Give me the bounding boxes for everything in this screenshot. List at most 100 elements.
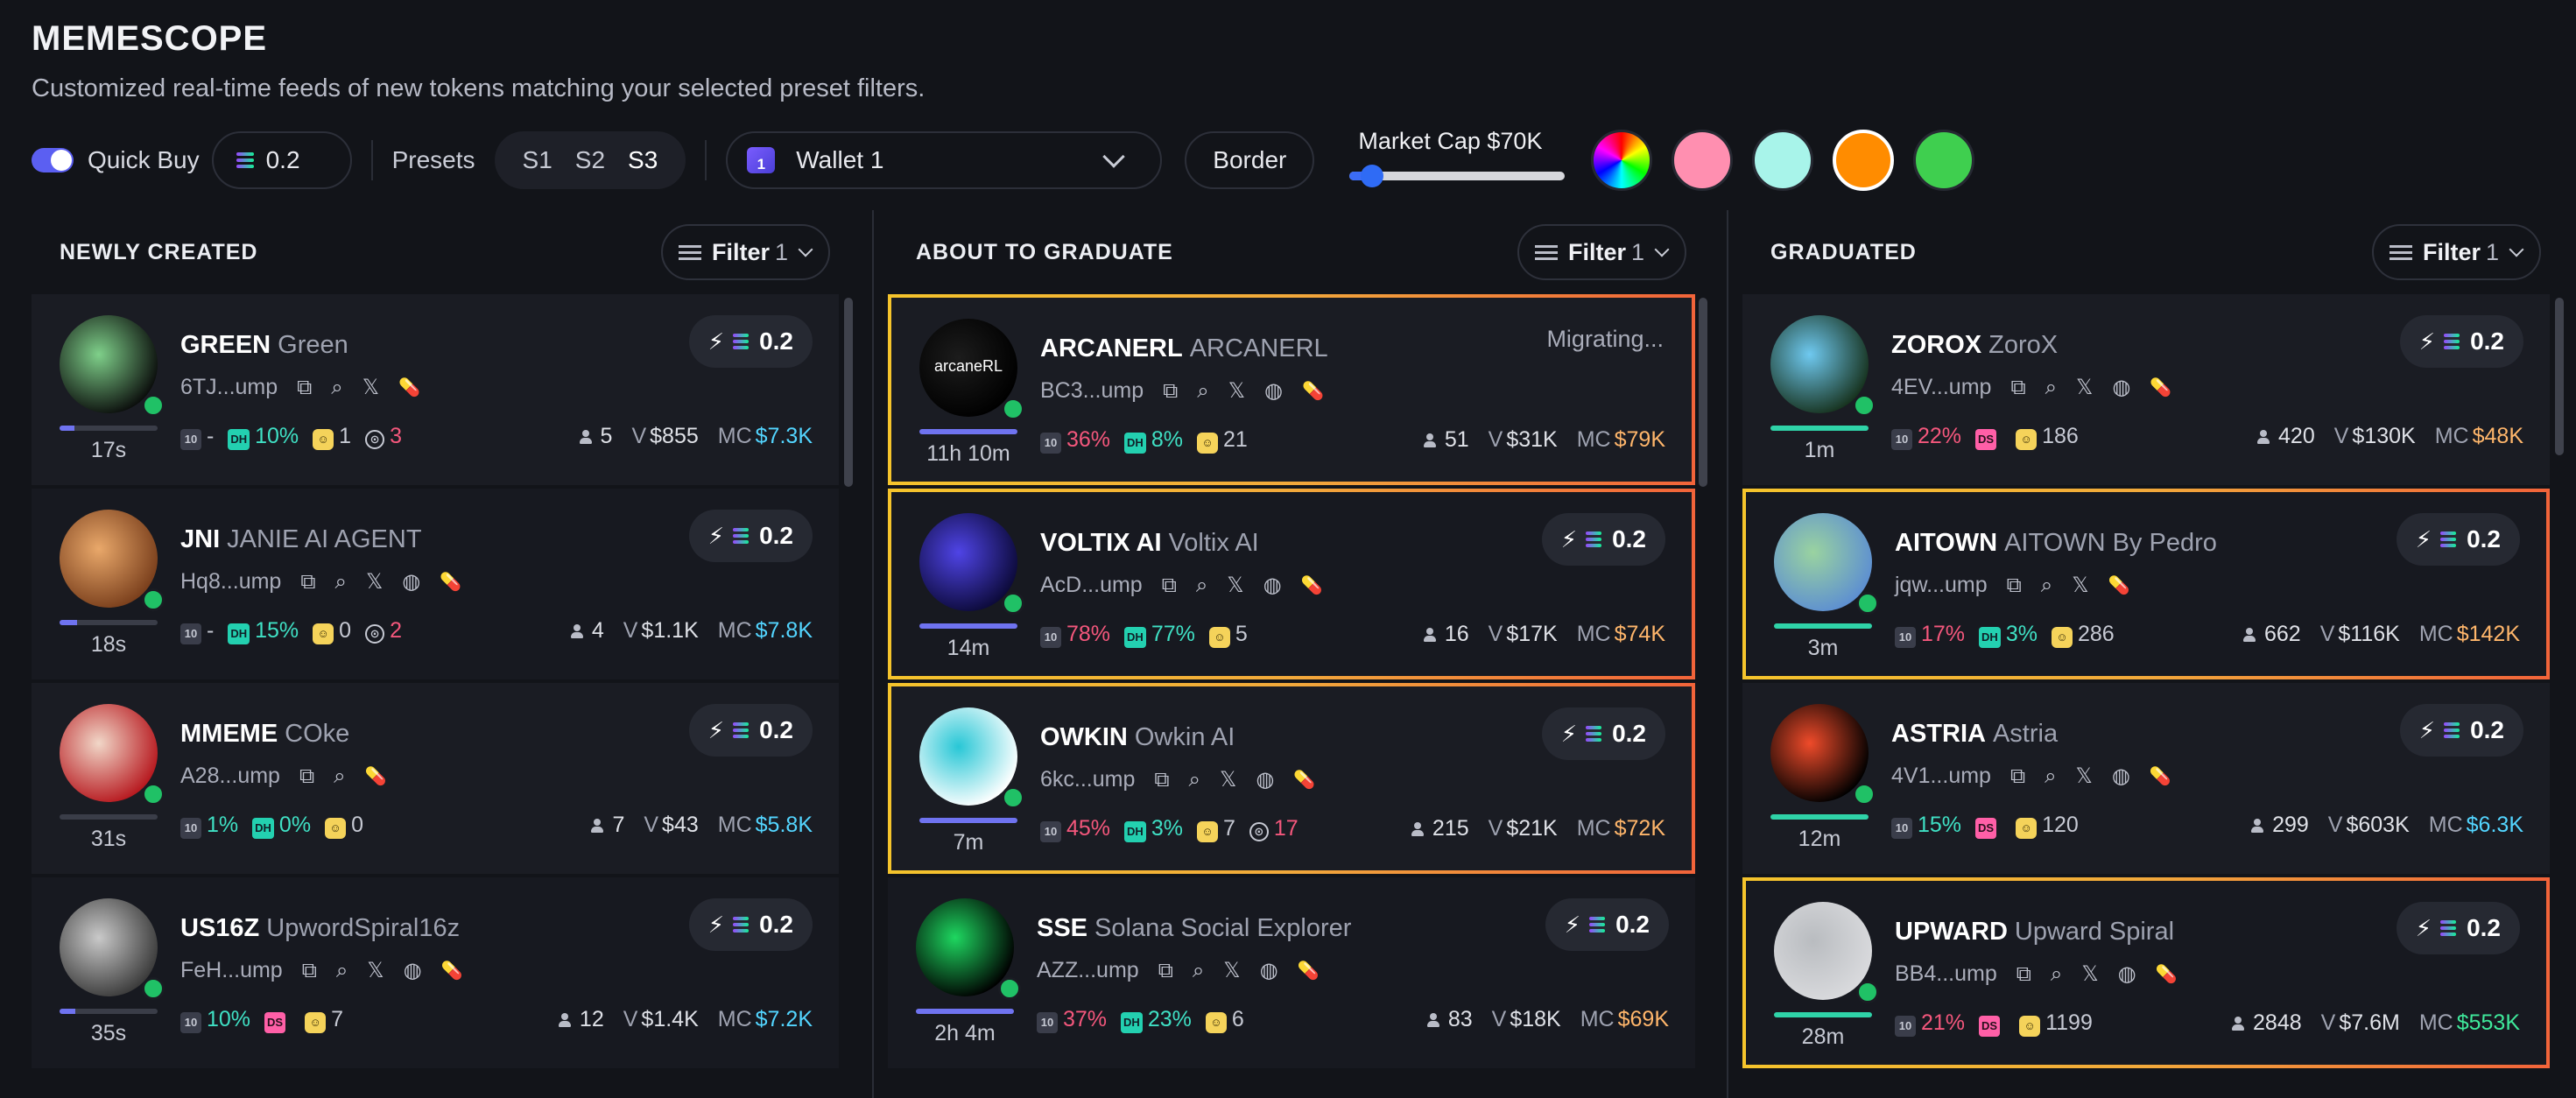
pill-icon[interactable]: 💊 bbox=[398, 377, 420, 398]
copy-icon[interactable]: ⧉ bbox=[2007, 574, 2022, 598]
token-title[interactable]: AITOWN AITOWN By Pedro bbox=[1895, 529, 2217, 558]
globe-icon[interactable]: ◍ bbox=[402, 569, 420, 595]
slider-thumb[interactable] bbox=[1360, 165, 1383, 187]
token-address[interactable]: 4V1...ump bbox=[1891, 764, 1991, 789]
token-card[interactable]: 2h 4m SSE Solana Social Explorer ⚡ 0.2 AZZ...… bbox=[888, 877, 1695, 1068]
token-title[interactable]: OWKIN Owkin AI bbox=[1040, 723, 1235, 752]
token-card[interactable]: 31s MMEME COke ⚡ 0.2 A28...ump ⧉ ⌕ 💊 10 1% DH 0% ☺ 0 7 V… bbox=[32, 683, 839, 874]
filter-button[interactable]: Filter 1 bbox=[660, 224, 830, 280]
token-address[interactable]: AcD...ump bbox=[1040, 573, 1143, 598]
token-card[interactable]: 17s GREEN Green ⚡ 0.2 6TJ...ump ⧉ ⌕ 𝕏 💊 10- DH 10% ☺ 1… bbox=[32, 294, 839, 485]
token-title[interactable]: JNI JANIE AI AGENT bbox=[180, 525, 422, 554]
copy-icon[interactable]: ⧉ bbox=[300, 570, 315, 595]
wallet-dropdown[interactable]: 1 Wallet 1 bbox=[726, 131, 1163, 189]
pill-icon[interactable]: 💊 bbox=[2108, 574, 2130, 596]
copy-icon[interactable]: ⧉ bbox=[302, 959, 317, 983]
token-card[interactable]: 1m ZOROX ZoroX ⚡ 0.2 4EV...ump ⧉ ⌕ 𝕏 ◍ 💊 10 22% DS ☺ 18… bbox=[1742, 294, 2550, 485]
pill-icon[interactable]: 💊 bbox=[2150, 377, 2171, 398]
token-address[interactable]: 6kc...ump bbox=[1040, 767, 1135, 792]
x-icon[interactable]: 𝕏 bbox=[2072, 573, 2088, 598]
pill-icon[interactable]: 💊 bbox=[365, 765, 387, 787]
scrollbar[interactable] bbox=[844, 298, 853, 487]
token-card[interactable]: 28m UPWARD Upward Spiral ⚡ 0.2 BB4...ump ⧉ ⌕ 𝕏 ◍ 💊… bbox=[1742, 877, 2550, 1068]
token-card[interactable]: 35s US16Z UpwordSpiral16z ⚡ 0.2 FeH...ump ⧉ ⌕ 𝕏 ◍… bbox=[32, 877, 839, 1068]
quick-buy-button[interactable]: ⚡ 0.2 bbox=[1545, 898, 1669, 951]
x-icon[interactable]: 𝕏 bbox=[2076, 764, 2093, 789]
pill-icon[interactable]: 💊 bbox=[1293, 769, 1315, 791]
token-title[interactable]: SSE Solana Social Explorer bbox=[1037, 914, 1351, 943]
token-title[interactable]: ZOROX ZoroX bbox=[1891, 331, 2058, 360]
token-address[interactable]: A28...ump bbox=[180, 764, 280, 789]
search-icon[interactable]: ⌕ bbox=[2041, 574, 2052, 598]
copy-icon[interactable]: ⧉ bbox=[2010, 376, 2025, 400]
copy-icon[interactable]: ⧉ bbox=[297, 376, 312, 400]
copy-icon[interactable]: ⧉ bbox=[1154, 768, 1169, 792]
color-swatch-green[interactable] bbox=[1913, 130, 1975, 191]
quick-buy-button[interactable]: ⚡ 0.2 bbox=[2399, 315, 2523, 368]
x-icon[interactable]: 𝕏 bbox=[1223, 958, 1240, 983]
token-title[interactable]: VOLTIX AI Voltix AI bbox=[1040, 529, 1259, 558]
quick-buy-amount-input[interactable]: 0.2 bbox=[211, 131, 352, 189]
token-card[interactable]: arcaneRL 11h 10m ARCANERL ARCANERL Migrating… bbox=[888, 294, 1695, 485]
token-address[interactable]: BC3...ump bbox=[1040, 378, 1144, 404]
token-card[interactable]: 18s JNI JANIE AI AGENT ⚡ 0.2 Hq8...ump ⧉ ⌕ 𝕏 ◍ 💊 10… bbox=[32, 489, 839, 679]
preset-s2[interactable]: S2 bbox=[567, 146, 614, 174]
x-icon[interactable]: 𝕏 bbox=[367, 958, 384, 983]
search-icon[interactable]: ⌕ bbox=[2045, 764, 2056, 789]
quick-buy-toggle[interactable] bbox=[32, 148, 74, 172]
copy-icon[interactable]: ⧉ bbox=[299, 764, 314, 789]
globe-icon[interactable]: ◍ bbox=[1260, 958, 1278, 983]
globe-icon[interactable]: ◍ bbox=[2118, 961, 2136, 987]
token-title[interactable]: ASTRIA Astria bbox=[1891, 720, 2058, 749]
quick-buy-button[interactable]: ⚡ 0.2 bbox=[1541, 707, 1665, 760]
globe-icon[interactable]: ◍ bbox=[1263, 573, 1282, 598]
search-icon[interactable]: ⌕ bbox=[336, 959, 348, 983]
quick-buy-button[interactable]: ⚡ 0.2 bbox=[2396, 902, 2520, 954]
x-icon[interactable]: 𝕏 bbox=[1228, 378, 1245, 404]
token-card[interactable]: 12m ASTRIA Astria ⚡ 0.2 4V1...ump ⧉ ⌕ 𝕏 ◍ 💊 10 15% DS… bbox=[1742, 683, 2550, 874]
copy-icon[interactable]: ⧉ bbox=[1162, 574, 1177, 598]
scrollbar[interactable] bbox=[2555, 298, 2564, 455]
token-title[interactable]: GREEN Green bbox=[180, 331, 348, 360]
border-button[interactable]: Border bbox=[1185, 131, 1315, 189]
token-card[interactable]: 7m OWKIN Owkin AI ⚡ 0.2 6kc...ump ⧉ ⌕ 𝕏 ◍ 💊 10 45% DH… bbox=[888, 683, 1695, 874]
copy-icon[interactable]: ⧉ bbox=[1158, 959, 1173, 983]
x-icon[interactable]: 𝕏 bbox=[1220, 767, 1236, 792]
token-address[interactable]: BB4...ump bbox=[1895, 961, 1997, 987]
x-icon[interactable]: 𝕏 bbox=[366, 569, 383, 595]
preset-s3[interactable]: S3 bbox=[619, 146, 666, 174]
market-cap-slider[interactable]: Market Cap $70K bbox=[1349, 128, 1573, 193]
quick-buy-button[interactable]: ⚡ 0.2 bbox=[1541, 513, 1665, 566]
pill-icon[interactable]: 💊 bbox=[441, 960, 463, 982]
token-address[interactable]: Hq8...ump bbox=[180, 569, 281, 595]
token-address[interactable]: FeH...ump bbox=[180, 958, 283, 983]
search-icon[interactable]: ⌕ bbox=[2051, 962, 2062, 987]
pill-icon[interactable]: 💊 bbox=[2156, 963, 2178, 985]
token-address[interactable]: jqw...ump bbox=[1895, 573, 1988, 598]
token-card[interactable]: 14m VOLTIX AI Voltix AI ⚡ 0.2 AcD...ump ⧉ ⌕ 𝕏 ◍ 💊 1… bbox=[888, 489, 1695, 679]
pill-icon[interactable]: 💊 bbox=[2150, 765, 2171, 787]
token-title[interactable]: MMEME COke bbox=[180, 720, 349, 749]
globe-icon[interactable]: ◍ bbox=[1264, 378, 1283, 404]
quick-buy-button[interactable]: ⚡ 0.2 bbox=[688, 510, 813, 562]
quick-buy-button[interactable]: ⚡ 0.2 bbox=[688, 704, 813, 757]
x-icon[interactable]: 𝕏 bbox=[362, 375, 379, 400]
preset-s1[interactable]: S1 bbox=[514, 146, 561, 174]
x-icon[interactable]: 𝕏 bbox=[2076, 375, 2093, 400]
copy-icon[interactable]: ⧉ bbox=[2016, 962, 2031, 987]
search-icon[interactable]: ⌕ bbox=[331, 376, 342, 400]
globe-icon[interactable]: ◍ bbox=[2112, 375, 2130, 400]
color-swatch-orange[interactable] bbox=[1833, 130, 1895, 191]
x-icon[interactable]: 𝕏 bbox=[2081, 961, 2098, 987]
globe-icon[interactable]: ◍ bbox=[404, 958, 422, 983]
globe-icon[interactable]: ◍ bbox=[1256, 767, 1274, 792]
pill-icon[interactable]: 💊 bbox=[1298, 960, 1320, 982]
x-icon[interactable]: 𝕏 bbox=[1227, 573, 1243, 598]
filter-button[interactable]: Filter 1 bbox=[2371, 224, 2541, 280]
quick-buy-button[interactable]: ⚡ 0.2 bbox=[688, 898, 813, 951]
search-icon[interactable]: ⌕ bbox=[1189, 768, 1200, 792]
search-icon[interactable]: ⌕ bbox=[334, 764, 345, 789]
pill-icon[interactable]: 💊 bbox=[1302, 380, 1324, 402]
token-address[interactable]: 4EV...ump bbox=[1891, 375, 1991, 400]
search-icon[interactable]: ⌕ bbox=[1193, 959, 1204, 983]
